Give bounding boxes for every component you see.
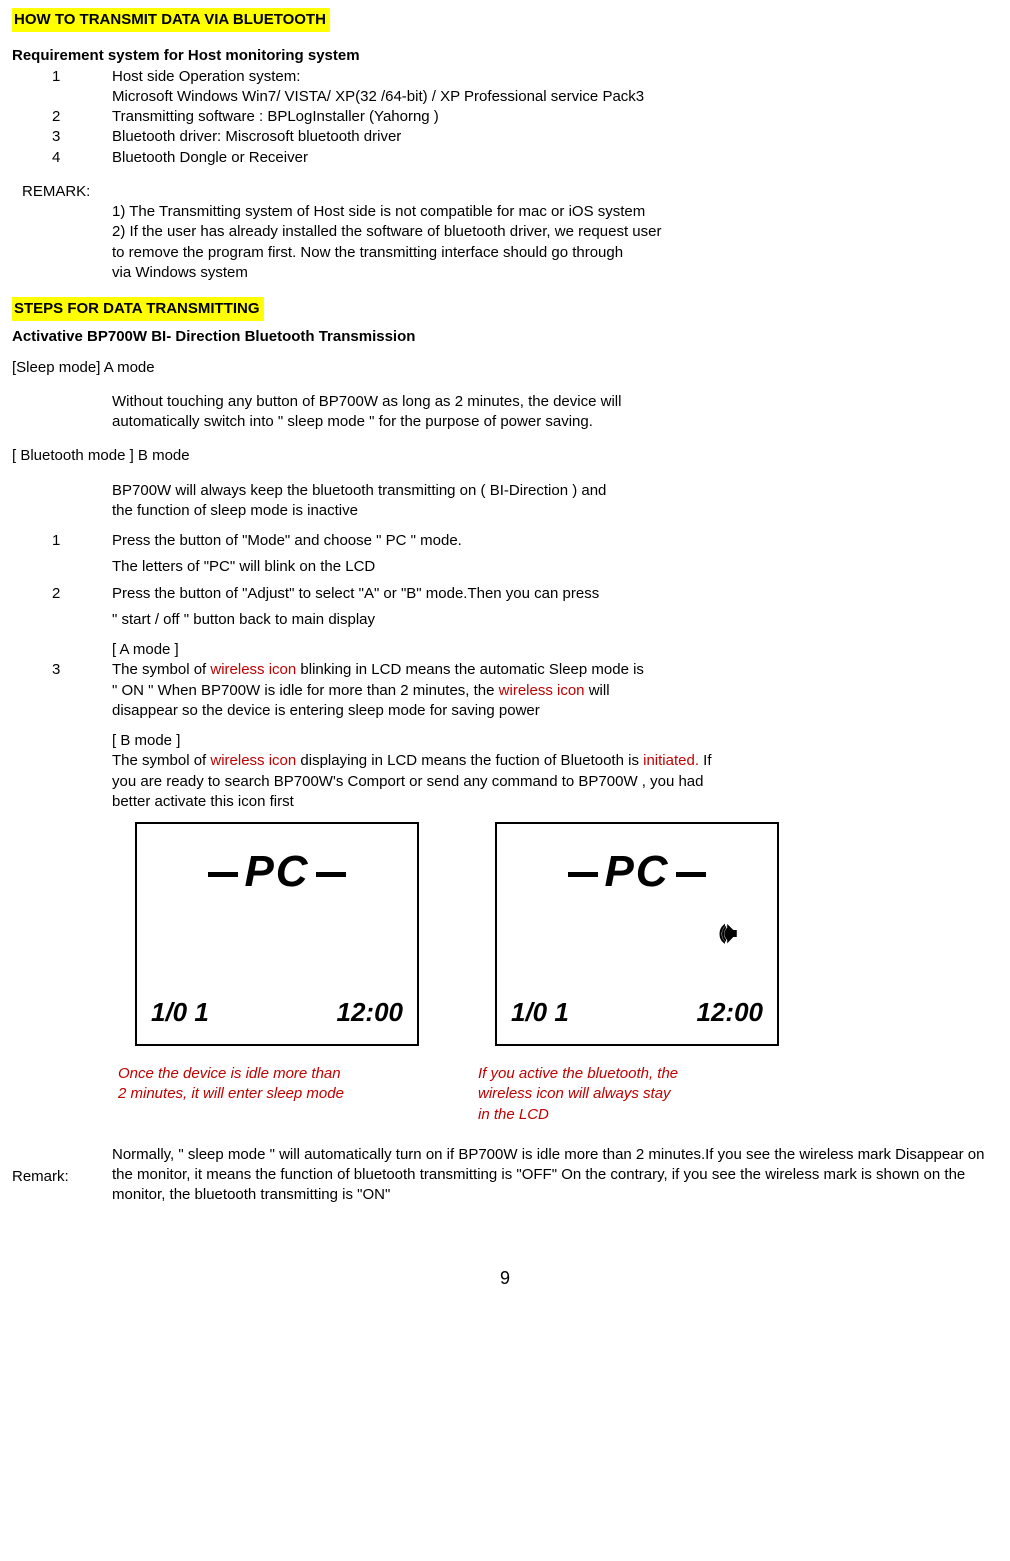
remark-body: Normally, " sleep mode " will automatica…	[112, 1145, 998, 1206]
lcd-display-a: PC 1/0 1 12:00	[135, 822, 419, 1046]
text-fragment: The symbol of	[112, 752, 210, 769]
list-number: 2	[52, 107, 112, 127]
step-text: Press the button of "Mode" and choose " …	[112, 531, 998, 551]
caption-line: wireless icon will always stay	[478, 1084, 796, 1104]
mode-heading-sleep: [Sleep mode] A mode	[12, 358, 998, 378]
wireless-icon-text: wireless icon	[210, 752, 296, 769]
initiated-text: initiated.	[643, 752, 699, 769]
body-text: the function of sleep mode is inactive	[112, 501, 998, 521]
body-text: automatically switch into " sleep mode "…	[112, 412, 998, 432]
heading-transmit: HOW TO TRANSMIT DATA VIA BLUETOOTH	[12, 8, 330, 32]
step-text: you are ready to search BP700W's Comport…	[112, 772, 998, 792]
wireless-icon: 🕪	[719, 914, 737, 952]
caption-a: Once the device is idle more than 2 minu…	[112, 1064, 442, 1105]
lcd-date: 1/0 1	[511, 995, 569, 1030]
caption-line: If you active the bluetooth, the	[478, 1064, 796, 1084]
step-text: The symbol of wireless icon displaying i…	[112, 751, 998, 771]
step-number: 1	[52, 531, 112, 551]
step-text: The symbol of wireless icon blinking in …	[112, 660, 998, 680]
remark-text: 2) If the user has already installed the…	[112, 222, 998, 242]
heading-steps: STEPS FOR DATA TRANSMITTING	[12, 297, 264, 321]
list-text: Transmitting software : BPLogInstaller (…	[112, 107, 998, 127]
text-fragment: will	[585, 682, 610, 699]
lcd-pc-text: PC	[604, 847, 669, 896]
subheading-activate: Activative BP700W BI- Direction Bluetoot…	[12, 327, 998, 347]
step-number: 2	[52, 584, 112, 604]
step-text: " start / off " button back to main disp…	[112, 610, 998, 630]
caption-b: If you active the bluetooth, the wireles…	[472, 1064, 802, 1125]
lcd-time: 12:00	[337, 995, 404, 1030]
body-text: BP700W will always keep the bluetooth tr…	[112, 481, 998, 501]
step-text: disappear so the device is entering slee…	[112, 701, 998, 721]
step-number: 3	[52, 660, 112, 680]
page-number: 9	[12, 1266, 998, 1290]
list-text: Bluetooth driver: Miscrosoft bluetooth d…	[112, 127, 998, 147]
remark-label: REMARK:	[22, 182, 998, 202]
remark-label: Remark:	[12, 1167, 92, 1187]
lcd-display-b: PC 🕪 1/0 1 12:00	[495, 822, 779, 1046]
caption-line: in the LCD	[478, 1105, 796, 1125]
body-text: Without touching any button of BP700W as…	[112, 392, 998, 412]
list-number: 3	[52, 127, 112, 147]
text-fragment: If	[699, 752, 712, 769]
list-number: 4	[52, 148, 112, 168]
text-fragment: The symbol of	[112, 661, 210, 678]
lcd-date: 1/0 1	[151, 995, 209, 1030]
step-text: better activate this icon first	[112, 792, 998, 812]
text-fragment: " ON " When BP700W is idle for more than…	[112, 682, 499, 699]
heading-requirement: Requirement system for Host monitoring s…	[12, 46, 998, 66]
step-text: The letters of "PC" will blink on the LC…	[112, 557, 998, 577]
list-number: 1	[52, 67, 112, 87]
wireless-icon-text: wireless icon	[499, 682, 585, 699]
remark-text: 1) The Transmitting system of Host side …	[112, 202, 998, 222]
mode-heading-bluetooth: [ Bluetooth mode ] B mode	[12, 446, 998, 466]
remark-text: to remove the program first. Now the tra…	[112, 243, 998, 263]
text-fragment: blinking in LCD means the automatic Slee…	[296, 661, 644, 678]
lcd-pc-text: PC	[244, 847, 309, 896]
step-text: " ON " When BP700W is idle for more than…	[112, 681, 998, 701]
remark-text: via Windows system	[112, 263, 998, 283]
mode-b-heading: [ B mode ]	[112, 731, 998, 751]
wireless-icon-text: wireless icon	[210, 661, 296, 678]
lcd-time: 12:00	[697, 995, 764, 1030]
caption-line: 2 minutes, it will enter sleep mode	[118, 1084, 436, 1104]
list-text: Bluetooth Dongle or Receiver	[112, 148, 998, 168]
list-text: Microsoft Windows Win7/ VISTA/ XP(32 /64…	[112, 87, 998, 107]
mode-a-heading: [ A mode ]	[112, 640, 998, 660]
text-fragment: displaying in LCD means the fuction of B…	[296, 752, 643, 769]
caption-line: Once the device is idle more than	[118, 1064, 436, 1084]
step-text: Press the button of "Adjust" to select "…	[112, 584, 998, 604]
list-text: Host side Operation system:	[112, 67, 998, 87]
